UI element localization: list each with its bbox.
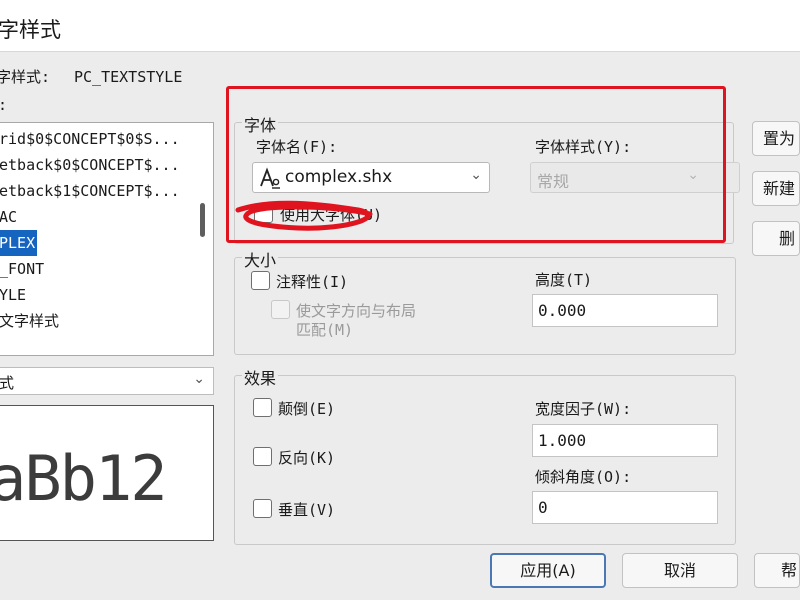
font-group-title: 字体 [242,112,279,136]
list-item[interactable]: _FONT [0,256,193,282]
font-name-select[interactable]: complex.shx ⌄ [252,162,490,193]
style-filter-value: 式 [0,374,15,392]
new-style-button[interactable]: 新建 [752,171,800,206]
current-style-value: PC_TEXTSTYLE [74,68,183,86]
oblique-angle-label: 倾斜角度(O): [535,468,632,486]
oblique-angle-input[interactable]: 0 [532,491,718,524]
height-input[interactable]: 0.000 [532,294,718,327]
vertical-checkbox[interactable] [253,499,272,518]
width-factor-input[interactable]: 1.000 [532,424,718,457]
title-bar: 字样式 [0,0,800,52]
match-layout-label-line1: 使文字方向与布局 [296,302,417,320]
annotative-label: 注释性(I) [276,273,349,291]
list-item[interactable]: etback$1$CONCEPT$... [0,178,193,204]
chevron-down-icon: ⌄ [470,167,482,183]
cancel-button[interactable]: 取消 [622,553,738,588]
help-button[interactable]: 帮 [754,553,800,588]
style-list[interactable]: rid$0$CONCEPT$0$S... etback$0$CONCEPT$..… [0,122,214,356]
font-style-select[interactable]: 常规 ⌄ [530,162,740,193]
shx-font-icon [260,167,280,189]
font-name-label: 字体名(F): [256,138,338,156]
window-title: 字样式 [0,18,61,42]
delete-style-button[interactable]: 删 [752,221,800,256]
set-current-button[interactable]: 置为 [752,121,800,156]
annotative-checkbox[interactable] [251,271,270,290]
height-label: 高度(T) [535,271,593,289]
list-item[interactable]: 文字样式 [0,308,193,334]
list-scrollbar-thumb[interactable] [200,203,205,237]
list-item-selected[interactable]: PLEX [0,230,37,256]
styles-list-label: : [0,96,7,114]
apply-button[interactable]: 应用(A) [490,553,606,588]
match-layout-checkbox[interactable] [271,300,290,319]
list-item[interactable]: YLE [0,282,193,308]
effects-group-title: 效果 [242,365,279,389]
preview-text: aBb12 [0,442,168,515]
list-item[interactable]: rid$0$CONCEPT$0$S... [0,126,193,152]
vertical-label: 垂直(V) [278,501,336,519]
list-item[interactable]: AC [0,204,193,230]
list-item[interactable]: etback$0$CONCEPT$... [0,152,193,178]
current-style-label: 字样式: [0,68,51,86]
annotation-underline-scribble [235,200,373,231]
chevron-down-icon: ⌄ [687,167,699,183]
backwards-checkbox[interactable] [253,447,272,466]
font-style-value: 常规 [537,172,570,191]
upside-down-checkbox[interactable] [253,398,272,417]
match-layout-label-line2: 匹配(M) [296,321,354,339]
font-preview: aBb12 [0,405,214,541]
size-group-title: 大小 [242,247,279,271]
upside-down-label: 颠倒(E) [278,400,336,418]
font-style-label: 字体样式(Y): [535,138,632,156]
width-factor-label: 宽度因子(W): [535,400,632,418]
font-name-value: complex.shx [285,167,393,187]
style-filter-select[interactable]: 式 ⌄ [0,367,214,395]
backwards-label: 反向(K) [278,449,336,467]
chevron-down-icon: ⌄ [193,371,205,387]
